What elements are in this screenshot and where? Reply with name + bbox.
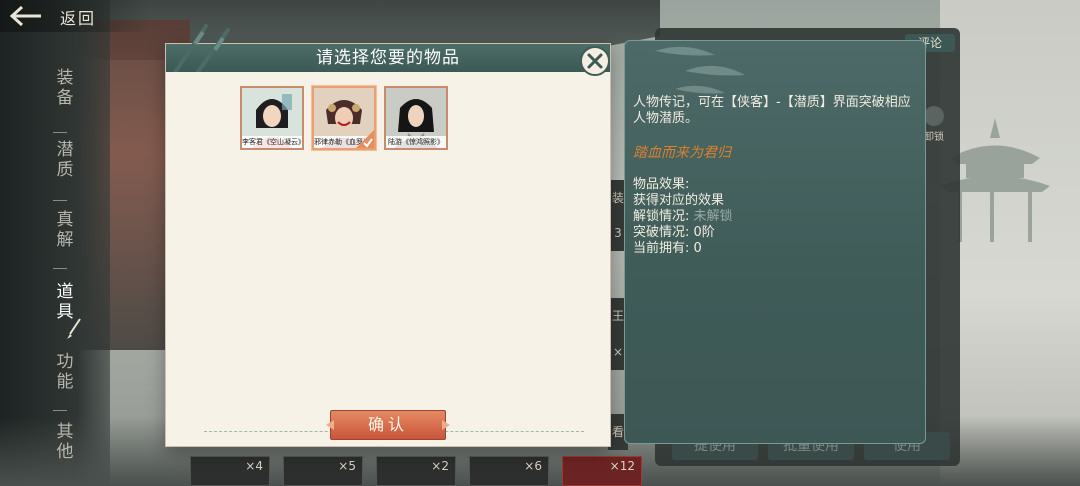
- nav-item-potential[interactable]: 潜 质: [48, 140, 82, 180]
- nav-char: 功: [56, 352, 74, 372]
- bottom-item-row: ×4 ×5 ×2 ×6 ×12: [190, 456, 660, 486]
- unlock-label: 解锁情况:: [633, 209, 690, 224]
- bamboo-leaves-icon: [655, 46, 745, 94]
- nav-char: 备: [56, 88, 74, 108]
- checkmark-icon: [356, 130, 374, 148]
- item-card[interactable]: 李客君《空山凝云》: [240, 86, 304, 150]
- item-description: 人物传记，可在【侠客】-【潜质】界面突破相应人物潜质。: [633, 95, 911, 126]
- effect-value: 获得对应的效果: [633, 193, 725, 208]
- item-card-selected[interactable]: 邪律赤勒《血罗刹》: [312, 86, 376, 150]
- select-item-dialog: 请选择您要的物品 李客君《空山凝云》 邪律赤勒《血罗刹》 陆游《惊鸿照影》 确认: [166, 24, 610, 446]
- effect-label: 物品效果:: [633, 177, 690, 192]
- dialog-body: 李客君《空山凝云》 邪律赤勒《血罗刹》 陆游《惊鸿照影》: [166, 72, 610, 446]
- breakthrough-label: 突破情况:: [633, 225, 690, 240]
- item-slot[interactable]: ×2: [376, 456, 456, 486]
- owned-row: 当前拥有: 0: [633, 241, 702, 257]
- lock-icon: [924, 106, 944, 126]
- nav-divider: [53, 268, 67, 269]
- nav-char: 解: [56, 230, 74, 250]
- nav-item-items[interactable]: 道 具: [48, 282, 82, 322]
- nav-divider: [53, 200, 67, 201]
- item-slot[interactable]: ×5: [283, 456, 363, 486]
- nav-char: 真: [56, 210, 74, 230]
- item-source: 踏血而来为君归: [633, 145, 731, 161]
- close-button[interactable]: [580, 46, 610, 76]
- unlock-row: 解锁情况: 未解锁: [633, 209, 733, 225]
- item-card[interactable]: 陆游《惊鸿照影》: [384, 86, 448, 150]
- breakthrough-value: 0阶: [693, 225, 715, 240]
- nav-item-equipment[interactable]: 装 备: [48, 68, 82, 108]
- nav-char: 其: [56, 422, 74, 442]
- item-slot[interactable]: ×6: [469, 456, 549, 486]
- nav-char: 他: [56, 442, 74, 462]
- nav-char: 能: [56, 372, 74, 392]
- back-button[interactable]: 返回: [60, 5, 96, 29]
- unlock-value: 未解锁: [693, 209, 733, 224]
- close-icon: [587, 53, 603, 69]
- nav-item-other[interactable]: 其 他: [48, 422, 82, 462]
- nav-char: 质: [56, 160, 74, 180]
- nav-char: 道: [56, 282, 74, 302]
- nav-item-functions[interactable]: 功 能: [48, 352, 82, 392]
- nav-divider: [53, 410, 67, 411]
- nav-char: 潜: [56, 140, 74, 160]
- item-caption: 李客君《空山凝云》: [242, 136, 302, 148]
- nav-item-true-solution[interactable]: 真 解: [48, 210, 82, 250]
- item-slot[interactable]: ×12: [562, 456, 642, 486]
- item-slot[interactable]: ×4: [190, 456, 270, 486]
- lock-label: 卸锁: [924, 132, 944, 143]
- item-info-panel: 人物传记，可在【侠客】-【潜质】界面突破相应人物潜质。 踏血而来为君归 物品效果…: [624, 40, 926, 444]
- brush-icon: [67, 318, 81, 339]
- owned-label: 当前拥有:: [633, 241, 690, 256]
- nav-char: 装: [56, 68, 74, 88]
- back-arrow-icon[interactable]: [8, 4, 44, 28]
- owned-value: 0: [693, 241, 702, 256]
- nav-divider: [53, 132, 67, 133]
- breakthrough-row: 突破情况: 0阶: [633, 225, 715, 241]
- item-caption: 陆游《惊鸿照影》: [386, 136, 446, 148]
- confirm-button[interactable]: 确认: [330, 410, 446, 440]
